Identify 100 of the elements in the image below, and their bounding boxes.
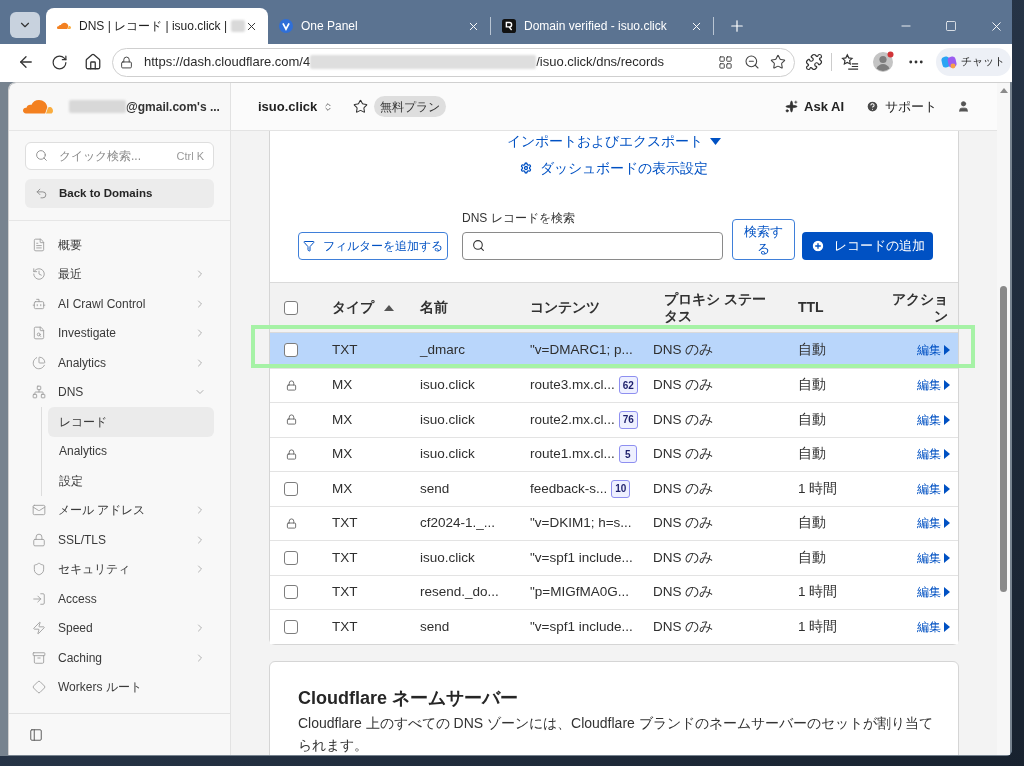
zoom-out-icon[interactable] (744, 54, 760, 70)
sidebar-item[interactable]: セキュリティ (25, 554, 214, 584)
new-tab-icon[interactable] (728, 17, 746, 35)
edit-link[interactable]: 編集 (917, 479, 950, 498)
caret-right-icon (944, 552, 950, 563)
scrollbar-thumb[interactable] (1000, 286, 1007, 592)
sidebar-item[interactable]: DNS (25, 377, 214, 407)
record-type: TXT (331, 548, 359, 567)
column-heading[interactable]: プロキシ ステータス (664, 290, 772, 325)
sidebar-item[interactable]: Investigate (25, 318, 214, 348)
edit-link[interactable]: 編集 (917, 410, 950, 429)
row-checkbox[interactable] (284, 550, 298, 565)
sidebar-item[interactable]: Caching (25, 643, 214, 673)
record-content: "v=spf1 include... (530, 617, 633, 636)
table-row[interactable]: TXT send "v=spf1 include... DNS のみ 1 時間 編集 (270, 609, 958, 644)
sidebar-subitem[interactable]: 設定 (48, 466, 214, 496)
sidebar-subitem[interactable]: レコード (48, 407, 214, 437)
add-record-button[interactable]: レコードの追加 (802, 232, 933, 260)
avatar-icon[interactable] (872, 51, 894, 73)
browser-tab[interactable]: Domain verified - isuo.click (491, 8, 713, 44)
ask-ai-button[interactable]: Ask AI (785, 96, 844, 117)
browser-tab[interactable]: DNS | レコード | isuo.click | (46, 8, 268, 44)
lock-icon[interactable] (120, 55, 133, 69)
help-icon (866, 100, 879, 113)
maximize-icon[interactable] (945, 20, 957, 32)
record-type: MX (331, 445, 354, 464)
sidebar-subitem[interactable]: Analytics (48, 436, 214, 466)
sort-up-icon[interactable] (384, 304, 394, 311)
search-icon (472, 239, 485, 252)
blurred-block (69, 100, 126, 113)
column-heading[interactable]: アクション (888, 290, 948, 325)
scroll-up-arrow-icon[interactable] (999, 88, 1008, 93)
sidebar-toggle-icon[interactable] (29, 727, 43, 742)
proxy-status: DNS のみ (652, 376, 715, 395)
column-heading[interactable]: TTL (798, 299, 824, 316)
sidebar-item[interactable]: Analytics (25, 348, 214, 378)
home-icon[interactable] (84, 53, 102, 71)
proxy-status: DNS のみ (652, 583, 715, 602)
star-icon[interactable] (353, 99, 369, 114)
caret-right-icon (944, 449, 950, 460)
plan-badge: 無料プラン (374, 96, 447, 117)
search-button[interactable]: 検索する (732, 219, 795, 260)
lock-icon (286, 448, 297, 460)
ttl-value: 自動 (797, 341, 827, 360)
search-field[interactable] (462, 232, 723, 260)
edit-link[interactable]: 編集 (917, 376, 950, 395)
column-heading[interactable]: コンテンツ (530, 299, 600, 316)
tab-actions-button[interactable] (10, 12, 40, 38)
star-icon[interactable] (770, 54, 786, 70)
browser-tab[interactable]: One Panel (268, 8, 490, 44)
column-heading[interactable]: タイプ (332, 299, 374, 316)
add-filter-button[interactable]: フィルターを追加する (298, 232, 448, 260)
zone-selector[interactable]: isuo.click (258, 96, 334, 117)
sidebar-item[interactable]: 概要 (25, 230, 214, 260)
support-button[interactable]: サポート (866, 96, 937, 117)
edit-link[interactable]: 編集 (917, 617, 950, 636)
caret-right-icon (944, 345, 950, 356)
row-checkbox[interactable] (284, 481, 298, 496)
edit-link[interactable]: 編集 (917, 514, 950, 533)
sidebar-item[interactable]: AI Crawl Control (25, 289, 214, 319)
reload-icon[interactable] (51, 53, 68, 71)
sidebar-item[interactable]: メール アドレス (25, 495, 214, 525)
column-heading[interactable]: 名前 (420, 299, 448, 316)
history-icon (32, 267, 46, 282)
sidebar-item[interactable]: Access (25, 584, 214, 614)
filter-icon (303, 240, 315, 252)
app-grid-icon[interactable] (718, 54, 733, 70)
search-label: DNS レコードを検索 (462, 210, 576, 226)
caret-down-icon (710, 137, 721, 145)
copilot-button[interactable]: チャット (936, 48, 1011, 76)
address-bar[interactable]: https://dash.cloudflare.com/4 /isuo.click/dns/records (112, 47, 795, 77)
sidebar-item[interactable]: SSL/TLS (25, 525, 214, 555)
row-checkbox[interactable] (284, 585, 298, 600)
select-all-checkbox[interactable] (284, 300, 298, 315)
caret-right-icon (944, 380, 950, 391)
ttl-value: 自動 (797, 376, 827, 395)
back-to-domains-button[interactable]: Back to Domains (25, 179, 214, 208)
record-name: send (419, 617, 451, 636)
edit-link[interactable]: 編集 (917, 548, 950, 567)
edit-link[interactable]: 編集 (917, 341, 950, 360)
puzzle-icon[interactable] (805, 53, 823, 71)
caret-right-icon (944, 483, 950, 494)
robot-icon (32, 296, 46, 311)
sidebar-item[interactable]: Speed (25, 613, 214, 643)
favorites-icon[interactable] (841, 53, 859, 71)
record-type: TXT (331, 341, 359, 360)
user-icon[interactable] (957, 100, 970, 113)
sidebar-item[interactable]: Workers ルート (25, 672, 214, 702)
sidebar-item[interactable]: 最近 (25, 259, 214, 289)
import-export-link[interactable]: インポートおよびエクスポート (507, 131, 721, 152)
row-checkbox[interactable] (284, 619, 298, 634)
display-settings-link[interactable]: ダッシュボードの表示設定 (520, 157, 708, 179)
back-icon[interactable] (17, 53, 35, 71)
record-name: cf2024-1._... (419, 514, 497, 533)
ttl-value: 自動 (797, 410, 827, 429)
mail-icon (32, 503, 46, 518)
caret-right-icon (944, 518, 950, 529)
edit-link[interactable]: 編集 (917, 445, 950, 464)
edit-link[interactable]: 編集 (917, 583, 950, 602)
row-checkbox[interactable] (284, 343, 298, 358)
